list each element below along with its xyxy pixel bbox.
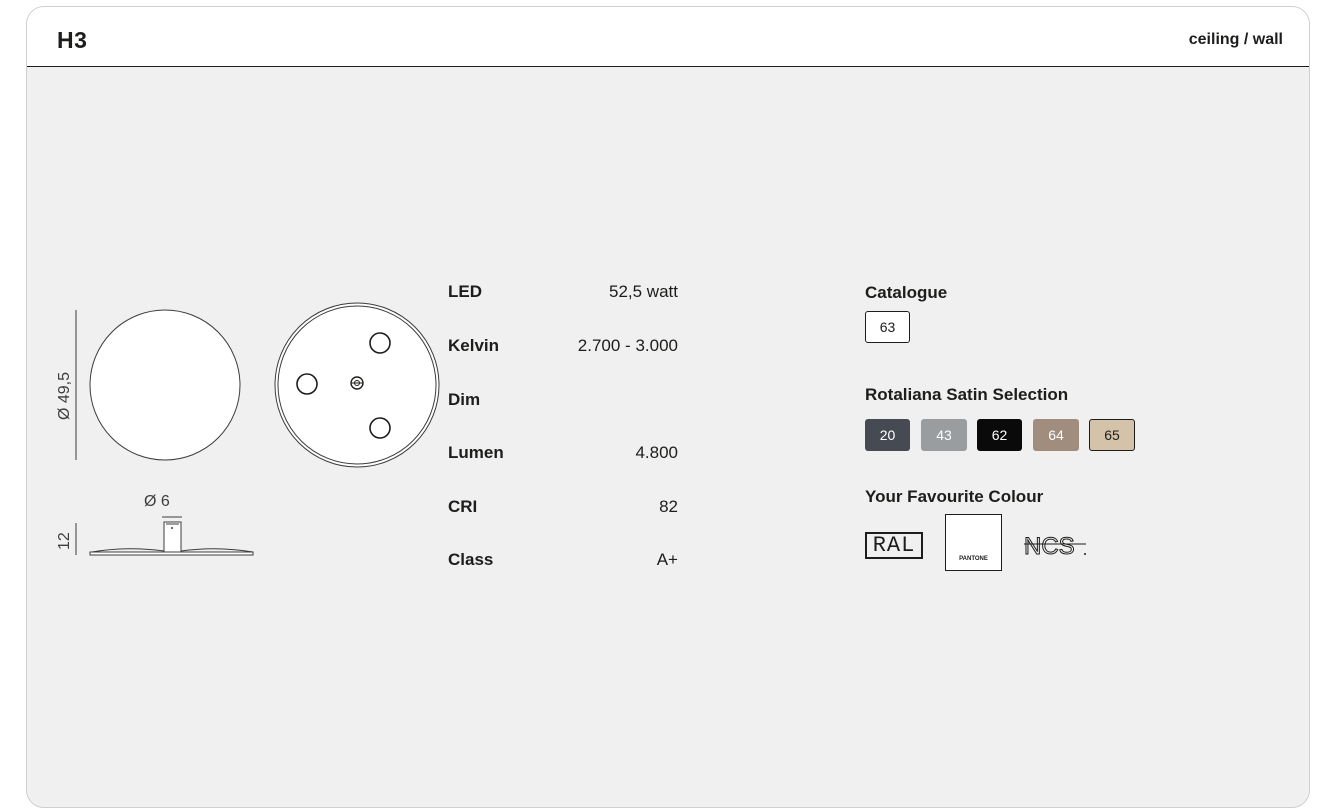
swatch-43[interactable]: 43 — [921, 419, 967, 451]
side-view-plate — [89, 551, 254, 556]
swatch-20[interactable]: 20 — [865, 419, 910, 451]
spec-row-class: Class A+ — [448, 550, 678, 572]
favourite-colour-title: Your Favourite Colour — [865, 487, 1044, 506]
spec-label: CRI — [448, 497, 478, 516]
spec-row-lumen: Lumen 4.800 — [448, 443, 678, 465]
diameter-label: Ø 49,5 — [56, 371, 73, 420]
ncs-logo[interactable]: NCS — [1024, 530, 1088, 562]
spec-label: Kelvin — [448, 336, 500, 355]
spec-row-led: LED 52,5 watt — [448, 282, 678, 304]
spec-label: LED — [448, 282, 482, 301]
spec-label: Class — [448, 550, 494, 569]
height-label: 12 — [56, 532, 73, 550]
spec-value: 82 — [659, 497, 678, 516]
spec-value: 4.800 — [635, 443, 678, 462]
spec-value: A+ — [656, 550, 678, 569]
stem-screw-dot — [171, 527, 173, 529]
catalogue-code-badge[interactable]: 63 — [865, 311, 910, 343]
stem-diameter-label: Ø 6 — [144, 493, 170, 510]
swatch-64[interactable]: 64 — [1033, 419, 1079, 451]
pantone-wordmark: PANTONE — [959, 556, 988, 562]
spec-label: Lumen — [448, 443, 504, 462]
spec-row-dim: Dim — [448, 390, 678, 412]
spec-row-cri: CRI 82 — [448, 497, 678, 519]
swatch-65[interactable]: 65 — [1089, 419, 1135, 451]
spec-row-kelvin: Kelvin 2.700 - 3.000 — [448, 336, 678, 358]
side-view-stem — [163, 521, 182, 553]
satin-selection-title: Rotaliana Satin Selection — [865, 385, 1069, 404]
ncs-dot — [1084, 553, 1086, 555]
pantone-logo[interactable]: PANTONE — [945, 514, 1002, 571]
ral-logo[interactable]: RAL — [865, 532, 923, 559]
catalogue-title: Catalogue — [865, 283, 948, 302]
front-view-disc — [89, 309, 241, 461]
swatch-62[interactable]: 62 — [977, 419, 1022, 451]
spec-value: 2.700 - 3.000 — [577, 336, 678, 355]
spec-value: 52,5 watt — [609, 282, 678, 301]
ncs-wordmark: NCS — [1024, 533, 1075, 560]
spec-label: Dim — [448, 390, 481, 409]
